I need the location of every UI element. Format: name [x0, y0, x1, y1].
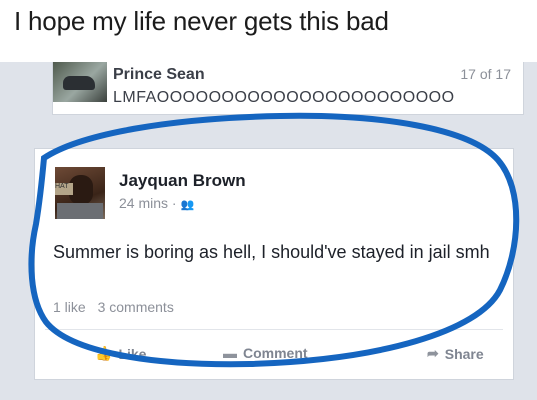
like-label: Like — [118, 345, 147, 362]
message-counter: 17 of 17 — [460, 66, 511, 82]
share-arrow-icon: ➦ — [427, 345, 439, 361]
post-text: Summer is boring as hell, I should've st… — [53, 242, 490, 262]
comment-label: Comment — [243, 345, 308, 361]
speech-bubble-icon: ▬ — [223, 345, 237, 361]
caption: I hope my life never gets this bad — [14, 6, 389, 36]
avatar[interactable]: HAT — [55, 167, 105, 219]
comment-count[interactable]: 3 comments — [98, 299, 174, 315]
comment-button[interactable]: ▬ Comment — [223, 345, 308, 361]
post-stats: 1 like 3 comments — [53, 299, 174, 315]
sender-photo — [53, 62, 107, 102]
post-author[interactable]: Jayquan Brown — [119, 171, 246, 191]
post-meta: 24 mins · 👥 — [119, 195, 194, 211]
post-card: HAT Jayquan Brown 24 mins · 👥 Summer is … — [34, 148, 514, 380]
thumbs-up-icon: 👍 — [95, 345, 113, 361]
meta-separator: · — [171, 195, 177, 211]
like-button[interactable]: 👍 Like — [95, 345, 146, 362]
divider — [45, 329, 503, 330]
sender-name[interactable]: Prince Sean — [113, 66, 205, 84]
share-button[interactable]: ➦ Share — [427, 345, 484, 362]
message-preview-card[interactable]: Prince Sean 17 of 17 LMFAOOOOOOOOOOOOOOO… — [52, 62, 524, 115]
message-text: LMFAOOOOOOOOOOOOOOOOOOOOOOO — [113, 89, 455, 106]
post-time[interactable]: 24 mins — [119, 195, 168, 211]
like-count[interactable]: 1 like — [53, 299, 86, 315]
share-label: Share — [444, 345, 484, 362]
friends-icon: 👥 — [180, 199, 195, 211]
